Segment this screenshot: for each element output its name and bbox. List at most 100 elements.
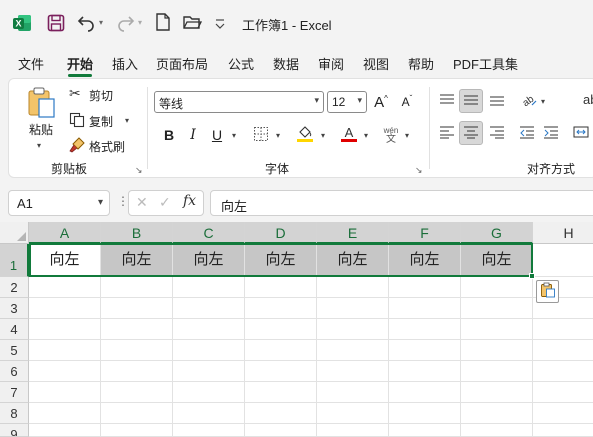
font-size-dropdown-icon[interactable]: ▾ [357, 95, 362, 106]
cell-d7[interactable] [245, 382, 317, 403]
align-bottom-button[interactable] [485, 89, 509, 113]
row-header-1[interactable]: 1 [0, 244, 29, 277]
column-header-c[interactable]: C [173, 222, 245, 244]
cell-c3[interactable] [173, 298, 245, 319]
cell-g7[interactable] [461, 382, 533, 403]
cell-b7[interactable] [101, 382, 173, 403]
customize-toolbar-icon[interactable] [214, 13, 226, 36]
cell-g9[interactable] [461, 424, 533, 437]
cell-b9[interactable] [101, 424, 173, 437]
copy-button[interactable]: 复制 ▾ [67, 111, 137, 131]
column-header-a[interactable]: A [29, 222, 101, 244]
cell-e6[interactable] [317, 361, 389, 382]
fill-handle[interactable] [529, 273, 535, 279]
cell-d4[interactable] [245, 319, 317, 340]
cell-g4[interactable] [461, 319, 533, 340]
font-name-dropdown-icon[interactable]: ▾ [314, 95, 319, 106]
cell-d6[interactable] [245, 361, 317, 382]
undo-dropdown-icon[interactable]: ▾ [99, 18, 103, 27]
row-header-8[interactable]: 8 [0, 403, 29, 424]
cell-h7[interactable] [533, 382, 593, 403]
font-launcher-icon[interactable]: ↘ [415, 165, 423, 176]
tab-file[interactable]: 文件 [18, 54, 44, 73]
tab-insert[interactable]: 插入 [112, 54, 138, 73]
cell-b3[interactable] [101, 298, 173, 319]
name-box-dropdown-icon[interactable]: ▾ [98, 197, 103, 208]
row-header-3[interactable]: 3 [0, 298, 29, 319]
cell-f6[interactable] [389, 361, 461, 382]
format-painter-button[interactable]: 格式刷 [67, 136, 137, 156]
cell-c9[interactable] [173, 424, 245, 437]
cell-b5[interactable] [101, 340, 173, 361]
enter-icon[interactable]: ✓ [159, 194, 171, 211]
wrap-text-partial[interactable]: ab [583, 92, 593, 107]
row-header-5[interactable]: 5 [0, 340, 29, 361]
cell-g6[interactable] [461, 361, 533, 382]
increase-indent-button[interactable] [539, 121, 563, 145]
cell-h1[interactable] [533, 244, 593, 277]
cell-f5[interactable] [389, 340, 461, 361]
underline-button[interactable]: U [205, 123, 229, 147]
cell-f2[interactable] [389, 277, 461, 298]
tab-home[interactable]: 开始 [67, 54, 93, 73]
cell-f7[interactable] [389, 382, 461, 403]
tab-help[interactable]: 帮助 [408, 54, 434, 73]
open-folder-icon[interactable] [182, 12, 203, 35]
tab-view[interactable]: 视图 [363, 54, 389, 73]
font-size-combo[interactable]: 12 ▾ [327, 91, 367, 113]
align-top-button[interactable] [435, 89, 459, 113]
borders-dropdown-icon[interactable]: ▾ [276, 131, 280, 140]
cell-c7[interactable] [173, 382, 245, 403]
cell-a7[interactable] [29, 382, 101, 403]
cell-b6[interactable] [101, 361, 173, 382]
cancel-icon[interactable]: ✕ [136, 194, 148, 211]
row-header-4[interactable]: 4 [0, 319, 29, 340]
column-header-d[interactable]: D [245, 222, 317, 244]
cell-b4[interactable] [101, 319, 173, 340]
cell-a5[interactable] [29, 340, 101, 361]
cell-d1[interactable]: 向左 [245, 244, 317, 277]
underline-dropdown-icon[interactable]: ▾ [232, 131, 236, 140]
phonetic-dropdown-icon[interactable]: ▾ [405, 131, 409, 140]
cell-d9[interactable] [245, 424, 317, 437]
align-middle-button[interactable] [459, 89, 483, 113]
align-right-button[interactable] [485, 121, 509, 145]
font-color-dropdown-icon[interactable]: ▾ [364, 131, 368, 140]
font-name-combo[interactable]: 等线 ▾ [154, 91, 324, 113]
cell-f1[interactable]: 向左 [389, 244, 461, 277]
tab-pdf-tools[interactable]: PDF工具集 [453, 54, 518, 73]
column-header-h[interactable]: H [533, 222, 593, 244]
shrink-font-button[interactable]: Aˇ [395, 90, 419, 114]
orientation-dropdown-icon[interactable]: ▾ [541, 97, 545, 106]
align-center-button[interactable] [459, 121, 483, 145]
row-header-6[interactable]: 6 [0, 361, 29, 382]
cell-b8[interactable] [101, 403, 173, 424]
paste-button[interactable]: 粘贴 ▾ [23, 85, 59, 155]
grow-font-button[interactable]: A ^ [369, 90, 393, 114]
fill-color-dropdown-icon[interactable]: ▾ [321, 131, 325, 140]
cell-a9[interactable] [29, 424, 101, 437]
cell-e1[interactable]: 向左 [317, 244, 389, 277]
cell-g5[interactable] [461, 340, 533, 361]
cell-a1[interactable]: 向左 [29, 244, 101, 277]
paste-options-button[interactable] [536, 280, 559, 303]
cell-h4[interactable] [533, 319, 593, 340]
cell-g1[interactable]: 向左 [461, 244, 533, 277]
cell-b1[interactable]: 向左 [101, 244, 173, 277]
cell-d8[interactable] [245, 403, 317, 424]
paste-dropdown-icon[interactable]: ▾ [37, 141, 41, 150]
cell-c8[interactable] [173, 403, 245, 424]
bold-button[interactable]: B [157, 123, 181, 147]
column-header-e[interactable]: E [317, 222, 389, 244]
undo-icon[interactable] [76, 12, 96, 35]
tab-data[interactable]: 数据 [273, 54, 299, 73]
cell-f9[interactable] [389, 424, 461, 437]
cell-a4[interactable] [29, 319, 101, 340]
cell-h6[interactable] [533, 361, 593, 382]
cell-f3[interactable] [389, 298, 461, 319]
cell-a3[interactable] [29, 298, 101, 319]
row-header-7[interactable]: 7 [0, 382, 29, 403]
cell-e4[interactable] [317, 319, 389, 340]
save-icon[interactable] [46, 13, 66, 36]
cell-a2[interactable] [29, 277, 101, 298]
